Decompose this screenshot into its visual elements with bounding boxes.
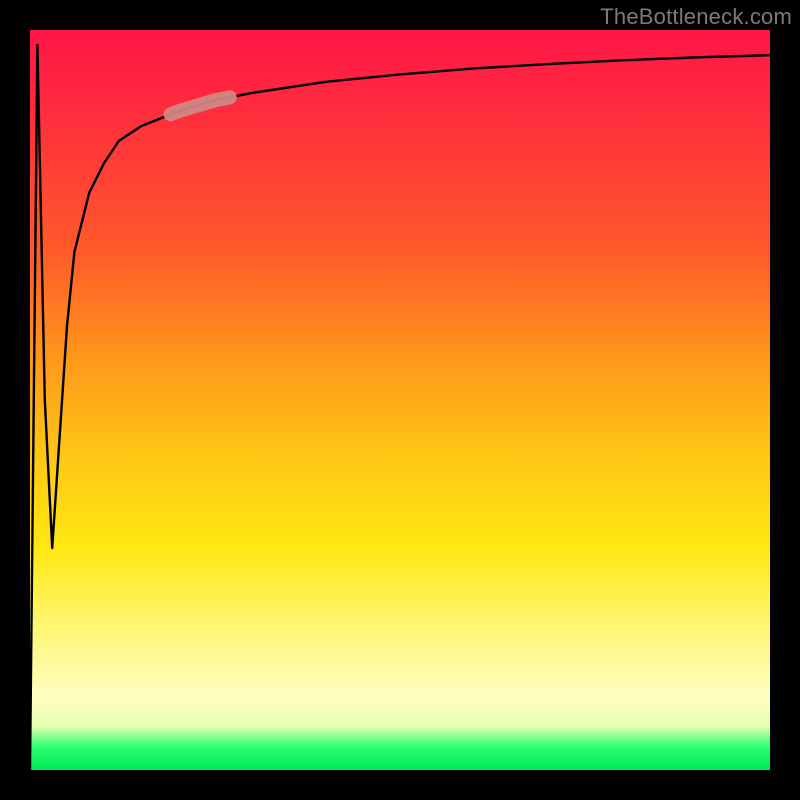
bottleneck-curve (30, 45, 770, 770)
plot-area (30, 30, 770, 770)
watermark-text: TheBottleneck.com (600, 4, 792, 30)
chart-stage: TheBottleneck.com (0, 0, 800, 800)
curve-layer (30, 30, 770, 770)
highlight-segment (171, 97, 230, 114)
